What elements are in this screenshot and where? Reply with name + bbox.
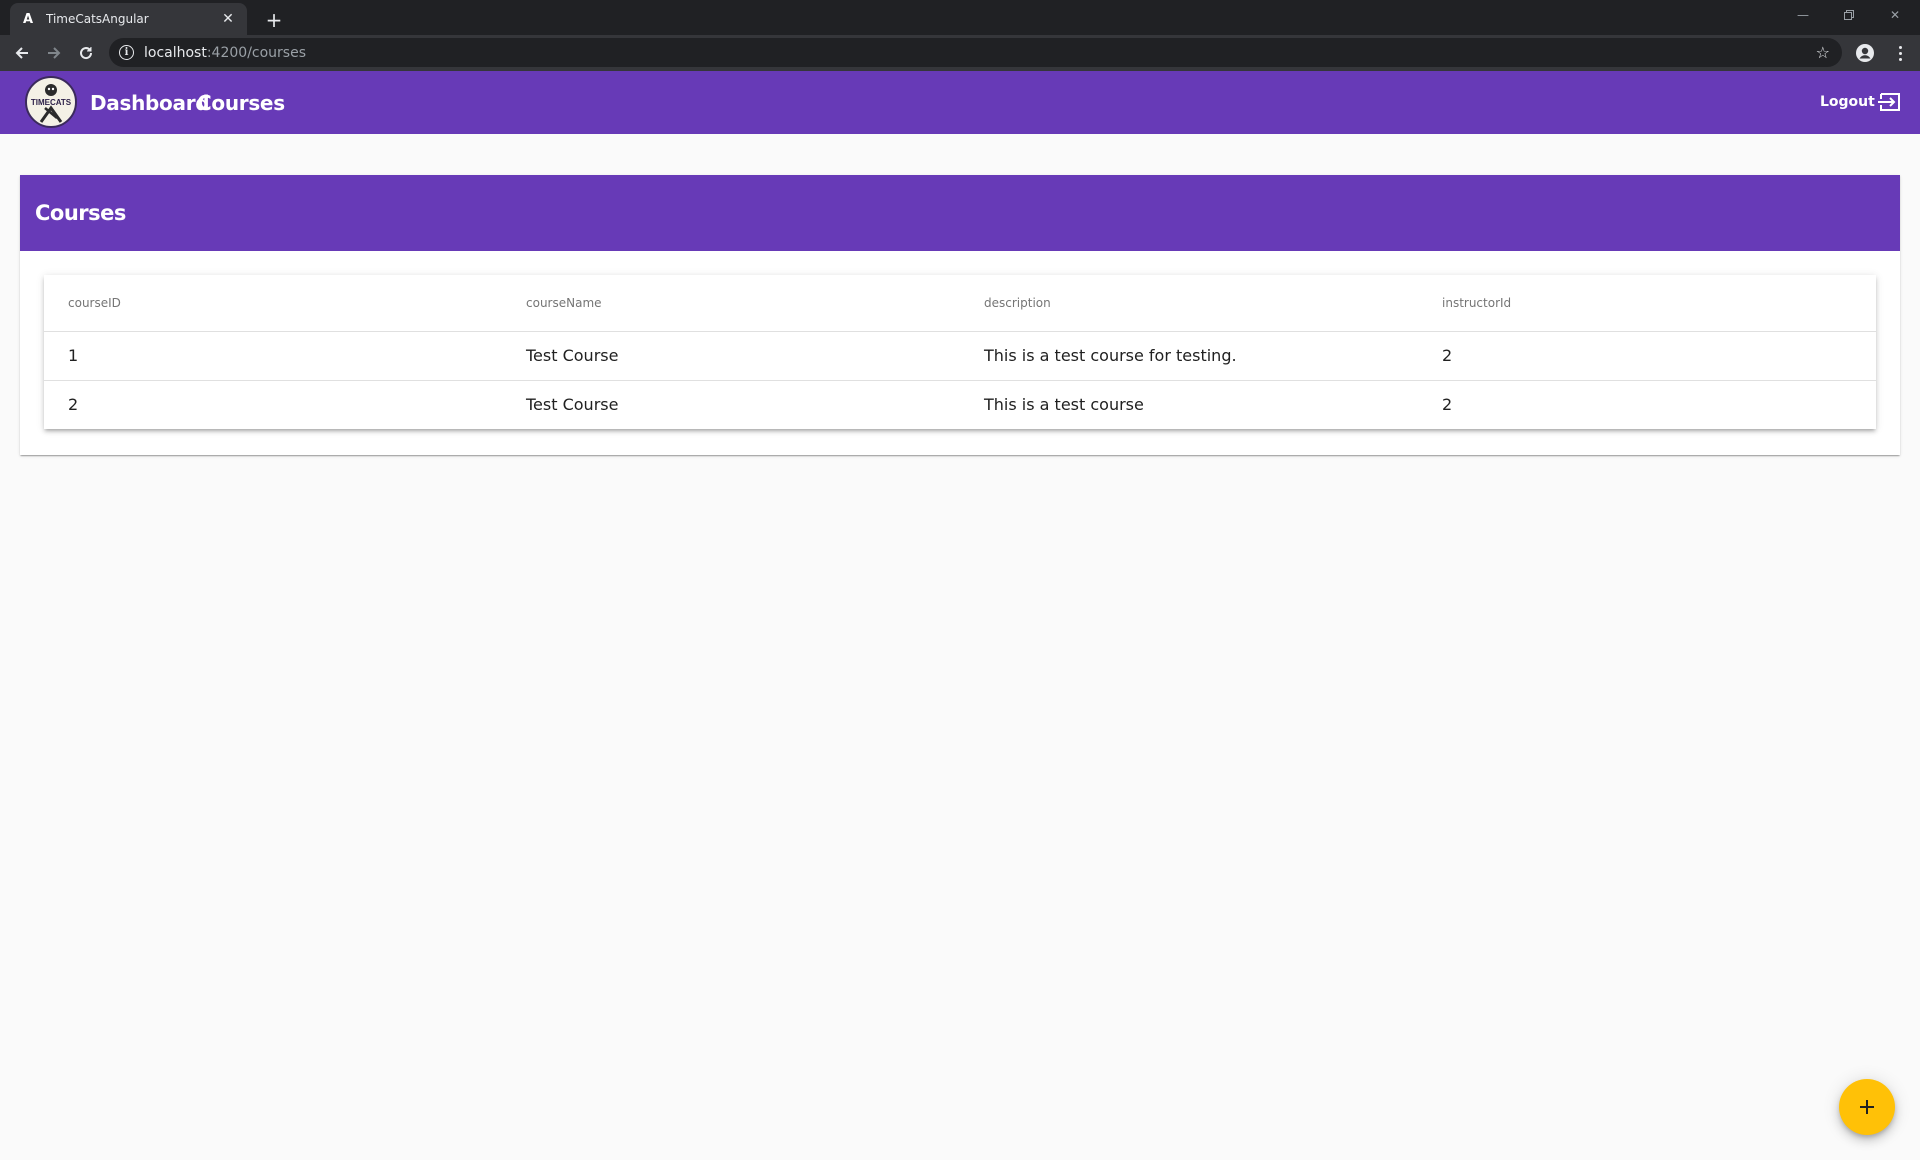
browser-address-bar: i localhost:4200/courses ☆	[0, 35, 1920, 71]
site-info-icon[interactable]: i	[119, 45, 134, 60]
column-header-coursename: courseName	[502, 275, 960, 332]
plus-icon	[1860, 1100, 1874, 1114]
add-course-button[interactable]	[1839, 1079, 1895, 1135]
column-header-description: description	[960, 275, 1418, 332]
table-row[interactable]: 2 Test Course This is a test course 2	[44, 380, 1876, 429]
cell-description: This is a test course	[984, 395, 1144, 415]
browser-menu-icon[interactable]	[1890, 43, 1910, 63]
cell-coursename: Test Course	[502, 331, 960, 381]
svg-text:TIMECATS: TIMECATS	[31, 98, 72, 107]
exit-arrow-icon	[1877, 93, 1900, 111]
back-icon[interactable]	[8, 39, 36, 67]
cell-instructorid: 2	[1418, 331, 1876, 381]
reload-icon[interactable]	[72, 39, 100, 67]
url-input[interactable]: i localhost:4200/courses ☆	[109, 38, 1842, 67]
restore-icon[interactable]	[1826, 0, 1872, 30]
bookmark-star-icon[interactable]: ☆	[1816, 43, 1830, 62]
browser-tab-strip: A TimeCatsAngular ✕ + — ✕	[0, 0, 1920, 35]
column-header-instructorid: instructorId	[1418, 275, 1876, 332]
table-row[interactable]: 1 Test Course This is a test course for …	[44, 331, 1876, 381]
card-header: Courses	[20, 175, 1900, 251]
minimize-icon[interactable]: —	[1780, 0, 1826, 30]
angular-favicon-icon: A	[22, 11, 34, 27]
logout-label: Logout	[1820, 94, 1875, 110]
browser-tab[interactable]: A TimeCatsAngular ✕	[10, 3, 247, 35]
page-title: Courses	[35, 201, 126, 225]
new-tab-button[interactable]: +	[260, 6, 288, 34]
timecats-logo[interactable]: TIMECATS	[25, 76, 77, 128]
url-text: localhost:4200/courses	[144, 44, 306, 61]
nav-link-dashboard[interactable]: Dashboard	[90, 91, 210, 115]
tab-title: TimeCatsAngular	[46, 12, 149, 26]
cell-courseid: 1	[44, 331, 502, 381]
close-window-icon[interactable]: ✕	[1872, 0, 1918, 30]
tab-close-icon[interactable]: ✕	[219, 10, 237, 28]
forward-icon[interactable]	[40, 39, 68, 67]
courses-table: courseID courseName description instruct…	[44, 275, 1876, 429]
app-toolbar: TIMECATS Dashboard Courses Logout	[0, 71, 1920, 134]
table-header-row: courseID courseName description instruct…	[44, 275, 1876, 332]
cell-courseid: 2	[68, 395, 79, 415]
cell-coursename: Test Course	[526, 395, 619, 415]
cell-instructorid: 2	[1442, 395, 1453, 415]
column-header-courseid: courseID	[44, 275, 502, 332]
nav-link-courses[interactable]: Courses	[197, 91, 285, 115]
cell-description: This is a test course for testing.	[960, 331, 1418, 381]
profile-avatar-icon[interactable]	[1855, 43, 1875, 63]
logout-button[interactable]: Logout	[1820, 93, 1901, 111]
courses-card: Courses courseID courseName description …	[20, 175, 1900, 455]
